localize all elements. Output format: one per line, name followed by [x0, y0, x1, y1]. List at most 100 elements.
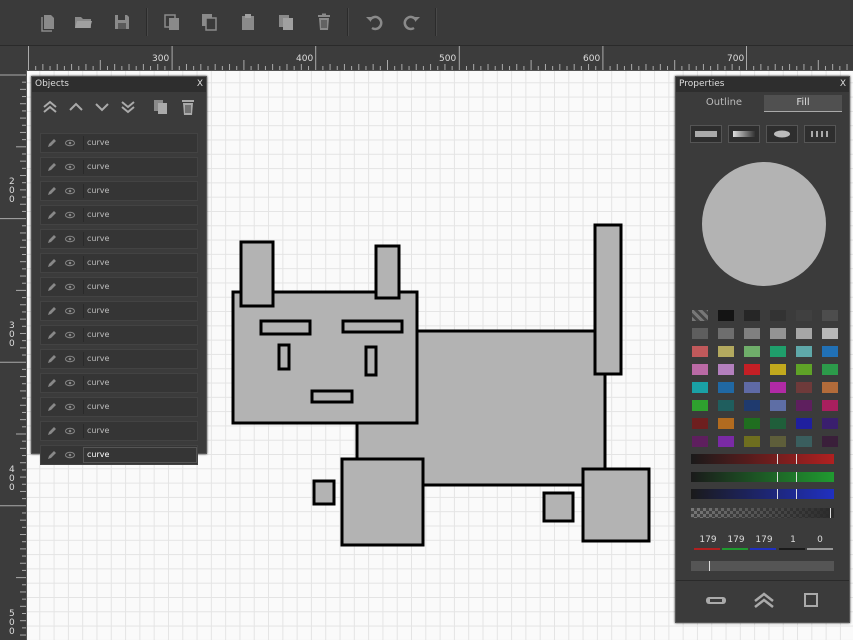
cat-eyebrow-left[interactable]	[259, 319, 312, 336]
color-swatch[interactable]	[718, 382, 734, 393]
redo-button[interactable]	[398, 8, 426, 36]
fill-radial-gradient-button[interactable]	[766, 125, 798, 143]
cat-leg-front[interactable]	[340, 457, 425, 547]
pencil-icon[interactable]	[45, 161, 59, 173]
eye-icon[interactable]	[63, 353, 77, 365]
color-swatch[interactable]	[770, 382, 786, 393]
move-to-bottom-button[interactable]	[117, 96, 139, 118]
color-swatch[interactable]	[718, 418, 734, 429]
eye-icon[interactable]	[63, 185, 77, 197]
color-swatch[interactable]	[692, 436, 708, 447]
eye-icon[interactable]	[63, 377, 77, 389]
eye-icon[interactable]	[63, 425, 77, 437]
pencil-icon[interactable]	[45, 329, 59, 341]
color-swatch[interactable]	[744, 328, 760, 339]
color-swatch[interactable]	[796, 328, 812, 339]
eye-icon[interactable]	[63, 401, 77, 413]
color-swatch[interactable]	[744, 310, 760, 321]
pencil-icon[interactable]	[45, 209, 59, 221]
list-item[interactable]: curve	[40, 253, 198, 273]
duplicate-button[interactable]	[272, 8, 300, 36]
fill-solid-button[interactable]	[690, 125, 722, 143]
color-swatch[interactable]	[718, 346, 734, 357]
eye-icon[interactable]	[63, 305, 77, 317]
blue-slider[interactable]	[691, 489, 834, 499]
color-swatch[interactable]	[770, 418, 786, 429]
move-down-button[interactable]	[91, 96, 113, 118]
color-swatch[interactable]	[822, 346, 838, 357]
properties-panel-close-button[interactable]: X	[840, 77, 846, 92]
color-swatch[interactable]	[692, 382, 708, 393]
color-swatch[interactable]	[692, 418, 708, 429]
color-swatch[interactable]	[718, 436, 734, 447]
eye-icon[interactable]	[63, 257, 77, 269]
color-swatch[interactable]	[822, 400, 838, 411]
color-swatch[interactable]	[744, 346, 760, 357]
pencil-icon[interactable]	[45, 257, 59, 269]
cat-mouth[interactable]	[310, 389, 354, 404]
color-swatch[interactable]	[744, 418, 760, 429]
delete-button[interactable]	[310, 8, 338, 36]
pencil-icon[interactable]	[45, 185, 59, 197]
red-value-field[interactable]: 179	[694, 535, 722, 545]
color-swatch[interactable]	[822, 310, 838, 321]
opacity-slider[interactable]	[691, 561, 834, 571]
duplicate-object-button[interactable]	[150, 96, 172, 118]
copy-button[interactable]	[195, 8, 223, 36]
eye-icon[interactable]	[63, 281, 77, 293]
delete-object-button[interactable]	[177, 96, 199, 118]
color-swatch[interactable]	[796, 346, 812, 357]
color-swatch[interactable]	[718, 364, 734, 375]
list-item[interactable]: curve	[40, 229, 198, 249]
objects-panel-close-button[interactable]: X	[197, 77, 203, 92]
alpha-value-field[interactable]: 1	[779, 535, 807, 545]
list-item[interactable]: curve	[40, 373, 198, 393]
cut-button[interactable]	[158, 8, 186, 36]
color-swatch[interactable]	[718, 328, 734, 339]
color-swatch[interactable]	[718, 400, 734, 411]
cat-eye-left[interactable]	[277, 343, 291, 371]
pencil-icon[interactable]	[45, 353, 59, 365]
tab-fill[interactable]: Fill	[764, 95, 842, 112]
color-swatch[interactable]	[770, 310, 786, 321]
color-swatch[interactable]	[822, 418, 838, 429]
vertical-ruler[interactable]: 200 300 400 500	[0, 70, 27, 640]
list-item[interactable]: curve	[40, 421, 198, 441]
cat-leg-back[interactable]	[581, 467, 651, 543]
extra-value-field[interactable]: 0	[806, 535, 834, 545]
eye-icon[interactable]	[63, 209, 77, 221]
pencil-icon[interactable]	[45, 401, 59, 413]
list-item[interactable]: curve	[40, 445, 198, 465]
color-swatch[interactable]	[744, 364, 760, 375]
color-swatch[interactable]	[796, 418, 812, 429]
green-slider[interactable]	[691, 472, 834, 482]
color-swatch[interactable]	[822, 382, 838, 393]
color-swatch[interactable]	[744, 382, 760, 393]
color-swatch[interactable]	[822, 364, 838, 375]
list-item[interactable]: curve	[40, 301, 198, 321]
color-swatch[interactable]	[692, 364, 708, 375]
list-item[interactable]: curve	[40, 349, 198, 369]
list-item[interactable]: curve	[40, 157, 198, 177]
color-swatch[interactable]	[692, 310, 708, 321]
green-value-field[interactable]: 179	[722, 535, 750, 545]
eye-icon[interactable]	[63, 329, 77, 341]
eye-icon[interactable]	[63, 161, 77, 173]
undo-button[interactable]	[360, 8, 388, 36]
pencil-icon[interactable]	[45, 449, 59, 461]
cat-eye-right[interactable]	[364, 345, 378, 377]
pencil-icon[interactable]	[45, 233, 59, 245]
cat-ear-right[interactable]	[374, 244, 401, 300]
color-swatch[interactable]	[822, 328, 838, 339]
fill-pattern-button[interactable]	[804, 125, 836, 143]
cat-paw-small-right[interactable]	[542, 491, 575, 523]
pencil-icon[interactable]	[45, 377, 59, 389]
fill-linear-gradient-button[interactable]	[728, 125, 760, 143]
red-slider[interactable]	[691, 454, 834, 464]
color-swatch[interactable]	[822, 436, 838, 447]
list-item[interactable]: curve	[40, 205, 198, 225]
color-swatch[interactable]	[796, 382, 812, 393]
color-swatch[interactable]	[692, 400, 708, 411]
color-swatch[interactable]	[796, 364, 812, 375]
move-up-button[interactable]	[65, 96, 87, 118]
